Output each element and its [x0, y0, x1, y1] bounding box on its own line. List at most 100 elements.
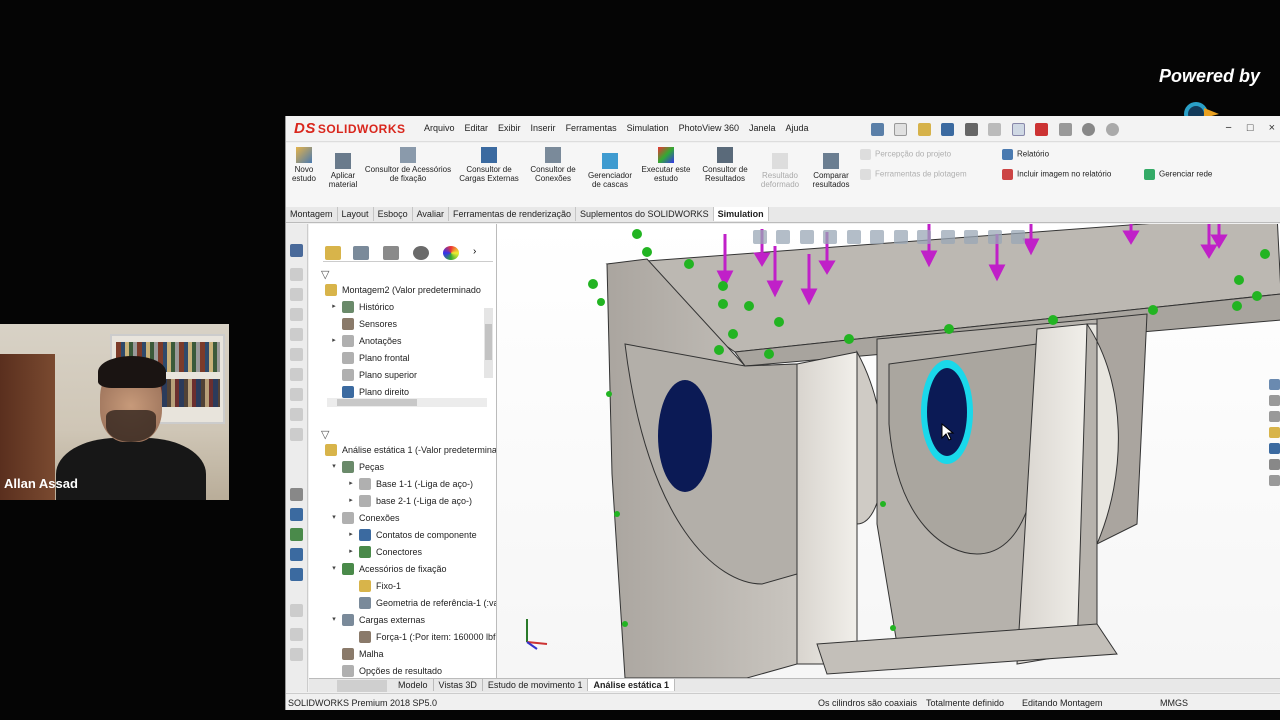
print-icon[interactable] [964, 123, 978, 137]
traffic-light-icon[interactable] [1035, 123, 1049, 137]
tree-item[interactable]: ▸ Conectores [309, 544, 496, 560]
tool-icon-1[interactable] [290, 268, 303, 281]
file-properties-icon[interactable] [1058, 123, 1072, 137]
bottom-tab-0[interactable]: Modelo [393, 679, 434, 691]
bottom-tab-3[interactable]: Análise estática 1 [588, 679, 675, 691]
tool-icon-11[interactable] [290, 508, 303, 521]
menu-item-0[interactable]: Arquivo [424, 123, 455, 133]
tree-item[interactable]: Malha [309, 646, 496, 662]
tree-item[interactable]: Montagem2 (Valor predeterminado [309, 282, 496, 298]
menu-item-8[interactable]: Ajuda [786, 123, 809, 133]
tree-expand-icon[interactable]: ▸ [330, 336, 338, 344]
maximize-button[interactable]: □ [1247, 122, 1254, 134]
incluir-imagem-button[interactable]: Incluir imagem no relatório [1002, 169, 1111, 180]
view-settings-icon[interactable] [987, 230, 1002, 244]
tree-item[interactable]: Análise estática 1 (-Valor predetermina [309, 442, 496, 458]
home-pane-icon[interactable] [1269, 379, 1280, 390]
relatorio-button[interactable]: Relatório [1002, 149, 1049, 160]
zoom-to-fit-icon[interactable] [753, 230, 767, 244]
tree-expand-icon[interactable]: ▸ [347, 496, 355, 504]
percepcao-projeto-button[interactable]: Percepção do projeto [860, 149, 951, 160]
tree-scrollbar[interactable] [484, 308, 493, 378]
previous-view-icon[interactable] [799, 230, 814, 244]
tool-icon-6[interactable] [290, 368, 303, 381]
tool-icon-15[interactable] [290, 604, 303, 617]
novo-estudo-button[interactable]: Novo estudo [288, 147, 320, 183]
zoom-area-icon[interactable] [776, 230, 791, 244]
tree-item[interactable]: ▸ base 2-1 (-Liga de aço-) [309, 493, 496, 509]
status-units[interactable]: MMGS [1160, 698, 1188, 708]
tree-tabs-more-icon[interactable]: › [473, 246, 476, 257]
tree-item[interactable]: Força-1 (:Por item: 160000 lbf: [309, 629, 496, 645]
display-pane-icon[interactable] [1010, 230, 1025, 244]
section-view-icon[interactable] [823, 230, 838, 244]
tree-item[interactable]: Sensores [309, 316, 496, 332]
tab-scroll-arrows-icon[interactable] [337, 680, 387, 692]
tab-2[interactable]: Esboço [374, 207, 413, 221]
apply-scene-icon[interactable] [964, 230, 979, 244]
open-folder-icon[interactable] [917, 123, 931, 137]
tree-expand-icon[interactable]: ▾ [330, 462, 338, 470]
tree-expand-icon[interactable]: ▸ [347, 547, 355, 555]
dynamic-annotation-icon[interactable] [846, 230, 861, 244]
tab-6[interactable]: Simulation [713, 207, 769, 221]
tree-expand-icon[interactable]: ▾ [330, 513, 338, 521]
custom-properties-pane-icon[interactable] [1269, 459, 1280, 470]
menu-item-2[interactable]: Exibir [498, 123, 521, 133]
3d-model[interactable] [497, 224, 1280, 678]
tool-icon-4[interactable] [290, 328, 303, 341]
dimxpert-tab-icon[interactable] [413, 246, 429, 260]
aplicar-material-button[interactable]: Aplicar material [326, 153, 360, 189]
file-explorer-pane-icon[interactable] [1269, 427, 1280, 438]
minimize-button[interactable]: − [1225, 122, 1231, 134]
library-pane-icon[interactable] [1269, 411, 1280, 422]
menu-item-5[interactable]: Simulation [627, 123, 669, 133]
tree-expand-icon[interactable]: ▸ [347, 530, 355, 538]
cargas-externas-button[interactable]: Consultor de Cargas Externas [456, 147, 522, 183]
bottom-tab-2[interactable]: Estudo de movimento 1 [483, 679, 589, 691]
tool-icon-17[interactable] [290, 648, 303, 661]
tree-item[interactable]: Plano superior [309, 367, 496, 383]
tree-item[interactable]: ▾ Peças [309, 459, 496, 475]
tree-item[interactable]: ▾ Cargas externas [309, 612, 496, 628]
tree-expand-icon[interactable]: ▾ [330, 615, 338, 623]
tree-item[interactable]: Fixo-1 [309, 578, 496, 594]
tree-expand-icon[interactable]: ▸ [330, 302, 338, 310]
left-bolt-hole[interactable] [658, 380, 712, 492]
appearances-pane-icon[interactable] [1269, 443, 1280, 454]
tab-3[interactable]: Avaliar [413, 207, 449, 221]
tool-icon-13[interactable] [290, 548, 303, 561]
select-cursor-icon[interactable] [1011, 123, 1025, 137]
comparar-resultados-button[interactable]: Comparar resultados [808, 153, 854, 189]
tree-item[interactable]: ▾ Conexões [309, 510, 496, 526]
tab-4[interactable]: Ferramentas de renderização [449, 207, 577, 221]
tree-item[interactable]: ▾ Acessórios de fixação [309, 561, 496, 577]
menu-item-6[interactable]: PhotoView 360 [679, 123, 739, 133]
3d-view-icon[interactable] [290, 244, 303, 257]
undo-icon[interactable] [988, 123, 1002, 137]
tree-expand-icon[interactable]: ▸ [347, 479, 355, 487]
user-icon[interactable] [1105, 123, 1119, 137]
tool-icon-12[interactable] [290, 528, 303, 541]
executar-estudo-button[interactable]: Executar este estudo [640, 147, 692, 183]
resultado-deformado-button[interactable]: Resultado deformado [756, 153, 804, 189]
tool-icon-9[interactable] [290, 428, 303, 441]
tool-icon-5[interactable] [290, 348, 303, 361]
tree-item[interactable]: ▸ Contatos de componente [309, 527, 496, 543]
tree-hscrollbar[interactable] [327, 398, 487, 407]
save-icon[interactable] [941, 123, 955, 137]
tool-icon-10[interactable] [290, 488, 303, 501]
graphics-viewport[interactable] [497, 224, 1280, 678]
tree-item[interactable]: ▸ Histórico [309, 299, 496, 315]
consultor-conexoes-button[interactable]: Consultor de Conexões [526, 147, 580, 183]
tab-5[interactable]: Suplementos do SOLIDWORKS [576, 207, 714, 221]
tree-item[interactable]: ▸ Base 1-1 (-Liga de aço-) [309, 476, 496, 492]
options-gear-icon[interactable] [1082, 123, 1096, 137]
tool-icon-8[interactable] [290, 408, 303, 421]
configuration-tab-icon[interactable] [383, 246, 399, 260]
tree-item[interactable]: ▸ Anotações [309, 333, 496, 349]
display-style-icon[interactable] [893, 230, 908, 244]
menu-item-1[interactable]: Editar [465, 123, 489, 133]
gerenciador-cascas-button[interactable]: Gerenciador de cascas [584, 153, 636, 189]
edit-appearance-icon[interactable] [940, 230, 955, 244]
